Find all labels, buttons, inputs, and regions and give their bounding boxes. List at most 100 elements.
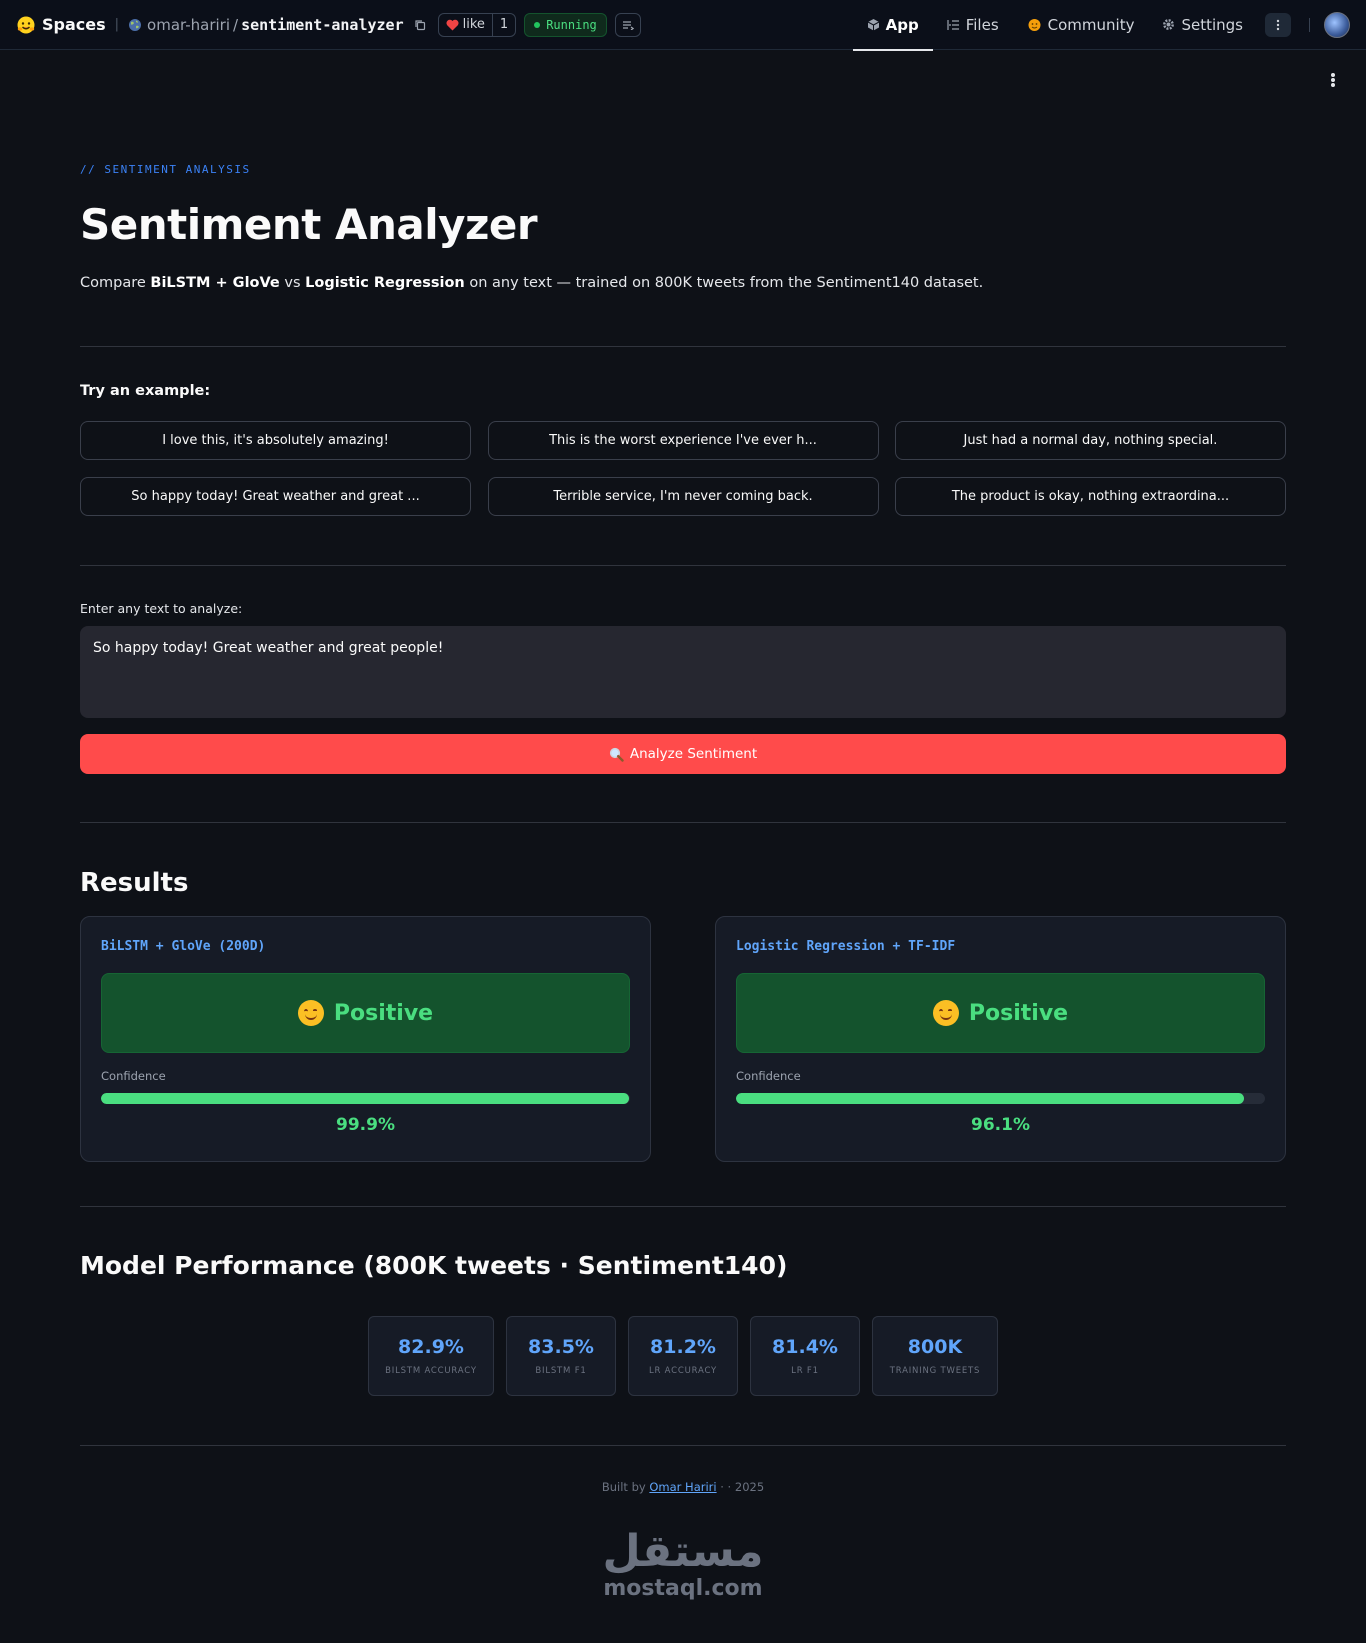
nav-tabs: App Files Community Settings [852,0,1350,51]
footer-text: · · 2025 [716,1480,765,1494]
watermark-arabic: مستقل [602,1526,764,1577]
confidence-bar [101,1093,630,1104]
more-options-button[interactable] [1265,12,1291,37]
sentiment-label: Positive [968,1000,1069,1026]
footer: Built by Omar Hariri · · 2025 [80,1480,1286,1494]
tab-files[interactable]: Files [933,0,1013,50]
metric-value: 81.4% [772,1336,838,1358]
avatar[interactable] [1324,11,1350,38]
nav-divider [1309,17,1310,32]
brand-label: Spaces [42,15,106,34]
metric-label: BILSTM ACCURACY [385,1366,477,1376]
model-name: Logistic Regression + TF-IDF [736,939,956,954]
metric-value: 800K [907,1336,963,1358]
metric-label: BILSTM F1 [535,1366,587,1376]
repo-slash: / [233,15,239,34]
metric-card: 800K TRAINING TWEETS [872,1316,998,1396]
like-button[interactable]: like 1 [437,12,517,37]
heart-icon [446,19,459,31]
status-label: Running [546,17,597,32]
tab-app[interactable]: App [852,0,933,51]
tab-settings-label: Settings [1181,15,1243,34]
metric-card: 83.5% BILSTM F1 [506,1316,616,1396]
status-dot-icon [534,21,541,28]
model-name: BiLSTM + GloVe (200D) [101,939,266,954]
input-label: Enter any text to analyze: [80,601,243,616]
metric-value: 81.2% [650,1336,716,1358]
divider [80,1206,1286,1207]
subtitle-text: on any text — trained on 800K tweets fro… [464,275,984,291]
tab-community-label: Community [1047,15,1135,34]
author-link[interactable]: Omar Hariri [649,1480,716,1494]
text-input[interactable]: So happy today! Great weather and great … [80,626,1286,718]
repo-owner-link[interactable]: omar-hariri [147,16,230,34]
metric-label: LR F1 [791,1366,819,1376]
example-button[interactable]: This is the worst experience I've ever h… [487,421,879,460]
top-nav: Spaces | omar-hariri / sentiment-analyze… [0,0,1366,51]
sentiment-verdict: Positive [101,973,630,1053]
vertical-dots-icon [1276,19,1280,31]
sentiment-verdict: Positive [736,973,1265,1053]
tab-settings[interactable]: Settings [1148,0,1257,50]
divider [80,346,1286,347]
confidence-label: Confidence [736,1069,801,1083]
footer-text: Built by [601,1480,650,1494]
divider [80,1445,1286,1446]
watermark-latin: mostaql.com [603,1576,763,1601]
confidence-bar [736,1093,1265,1104]
examples-grid: I love this, it's absolutely amazing! Th… [80,421,1286,516]
result-card-bilstm: BiLSTM + GloVe (200D) Positive Confidenc… [80,916,651,1162]
tab-community[interactable]: Community [1013,0,1149,50]
nav-separator: | [114,17,120,32]
sentiment-label: Positive [333,1000,434,1026]
example-button[interactable]: So happy today! Great weather and great … [80,477,471,516]
confidence-label: Confidence [101,1069,166,1083]
metric-value: 83.5% [528,1336,594,1358]
globe-icon [128,18,142,32]
community-icon [1027,18,1042,32]
analyze-button[interactable]: Analyze Sentiment [80,734,1286,774]
logs-button[interactable] [614,12,641,37]
spaces-brand[interactable]: Spaces [16,15,106,35]
tab-app-label: App [885,15,919,34]
confidence-bar-fill [101,1093,630,1104]
metric-label: TRAINING TWEETS [889,1366,981,1376]
analyze-button-label: Analyze Sentiment [629,746,758,762]
metrics-row: 82.9% BILSTM ACCURACY 83.5% BILSTM F1 81… [368,1316,998,1396]
result-card-lr: Logistic Regression + TF-IDF Positive Co… [715,916,1286,1162]
cube-icon [867,18,880,31]
results-title: Results [80,868,189,898]
smiling-face-icon [932,1000,959,1026]
example-button[interactable]: The product is okay, nothing extraordina… [895,477,1286,516]
subtitle-text: Compare [80,275,151,291]
tab-files-label: Files [965,15,999,34]
status-badge[interactable]: Running [524,12,607,37]
divider [80,822,1286,823]
examples-label: Try an example: [80,383,211,399]
divider [80,565,1286,566]
magnifier-icon [609,747,624,762]
example-button[interactable]: Terrible service, I'm never coming back. [487,477,879,516]
metric-card: 82.9% BILSTM ACCURACY [368,1316,494,1396]
metric-card: 81.4% LR F1 [750,1316,860,1396]
eyebrow-label: // SENTIMENT ANALYSIS [80,163,251,176]
subtitle-bold-lr: Logistic Regression [305,275,465,291]
copy-icon[interactable] [414,19,426,31]
like-count: 1 [491,13,515,36]
confidence-bar-fill [736,1093,1245,1104]
example-button[interactable]: I love this, it's absolutely amazing! [80,421,471,460]
app-menu-icon[interactable] [1326,70,1340,90]
hugging-face-icon [16,15,36,35]
repo-path: omar-hariri / sentiment-analyzer [128,16,426,34]
repo-name-link[interactable]: sentiment-analyzer [241,16,404,34]
page-subtitle: Compare BiLSTM + GloVe vs Logistic Regre… [80,275,983,291]
logs-icon [622,20,634,30]
confidence-value: 99.9% [336,1115,395,1135]
confidence-value: 96.1% [971,1115,1030,1135]
example-button[interactable]: Just had a normal day, nothing special. [895,421,1286,460]
page-title: Sentiment Analyzer [80,200,538,249]
watermark-logo: مستقل mostaql.com [598,1526,768,1602]
smiling-face-icon [297,1000,324,1026]
gear-icon [1162,18,1175,31]
subtitle-bold-bilstm: BiLSTM + GloVe [150,275,280,291]
